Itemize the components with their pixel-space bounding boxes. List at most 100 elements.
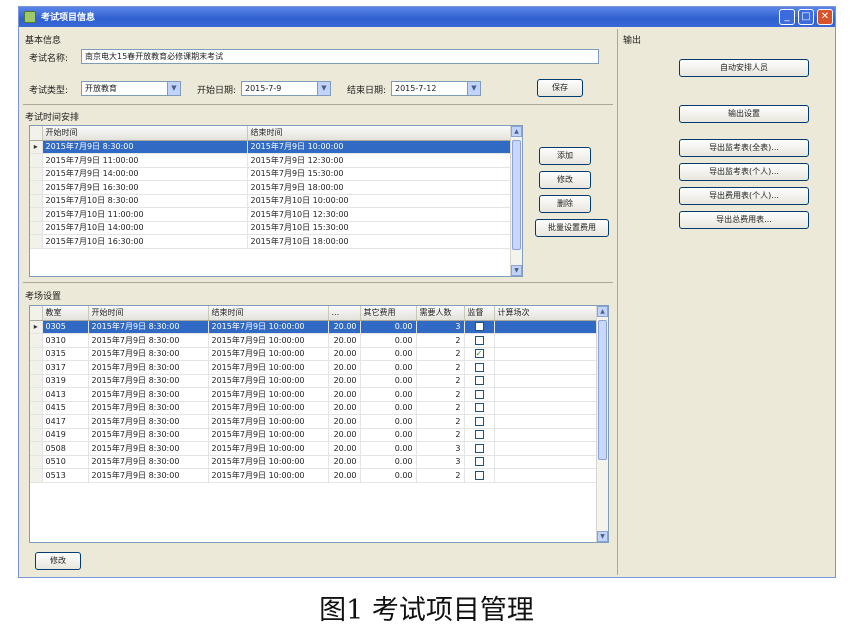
chevron-down-icon[interactable]: ▼ xyxy=(317,82,330,95)
table-row[interactable]: 2015年7月10日 14:00:00 2015年7月10日 15:30:00 xyxy=(30,221,522,235)
start-time-cell[interactable]: 2015年7月9日 8:30:00 xyxy=(88,401,209,415)
required-count-cell[interactable]: 3 xyxy=(416,455,465,469)
start-time-cell[interactable]: 2015年7月9日 8:30:00 xyxy=(88,441,209,456)
supervise-checkbox[interactable] xyxy=(474,470,484,480)
row-header[interactable] xyxy=(30,234,43,249)
column-header[interactable]: 开始时间 xyxy=(88,306,209,321)
session-count-cell[interactable]: 2 xyxy=(494,333,608,348)
room-cell[interactable]: 0419 xyxy=(42,428,89,442)
supervise-cell[interactable] xyxy=(464,401,495,415)
required-count-cell[interactable]: 2 xyxy=(416,401,465,415)
scroll-down-icon[interactable]: ▼ xyxy=(511,265,522,276)
table-row[interactable]: 0317 2015年7月9日 8:30:00 2015年7月9日 10:00:00 2… xyxy=(30,360,608,375)
room-cell[interactable]: 0310 xyxy=(42,333,89,348)
start-time-cell[interactable]: 2015年7月10日 14:00:00 xyxy=(42,221,248,235)
title-bar[interactable]: 考试项目信息 _ □ ✕ xyxy=(19,7,835,27)
supervise-cell[interactable] xyxy=(464,468,495,483)
session-count-cell[interactable]: 2 xyxy=(494,374,608,388)
column-header[interactable]: ... xyxy=(328,306,361,321)
table-row[interactable]: 2015年7月10日 8:30:00 2015年7月10日 10:00:00 xyxy=(30,194,522,208)
other-fee-cell[interactable]: 0.00 xyxy=(360,468,417,483)
table-row[interactable]: 0417 2015年7月9日 8:30:00 2015年7月9日 10:00:00 2… xyxy=(30,414,608,429)
end-date-picker[interactable]: 2015-7-12 ▼ xyxy=(391,81,481,96)
row-header[interactable] xyxy=(30,374,43,388)
export-proctor-all-button[interactable]: 导出监考表(全表)... xyxy=(679,139,809,157)
export-total-fee-button[interactable]: 导出总费用表... xyxy=(679,211,809,229)
add-time-button[interactable]: 添加 xyxy=(539,147,591,165)
scroll-down-icon[interactable]: ▼ xyxy=(597,531,608,542)
row-header[interactable]: ▸ xyxy=(30,140,43,154)
required-count-cell[interactable]: 2 xyxy=(416,468,465,483)
supervise-cell[interactable] xyxy=(464,374,495,388)
column-header[interactable]: 其它费用 xyxy=(360,306,417,321)
table-row[interactable]: 2015年7月9日 14:00:00 2015年7月9日 15:30:00 xyxy=(30,167,522,181)
edit-room-button[interactable]: 修改 xyxy=(35,552,81,570)
end-time-cell[interactable]: 2015年7月9日 18:00:00 xyxy=(247,180,522,195)
row-header[interactable] xyxy=(30,414,43,429)
batch-set-fee-button[interactable]: 批量设置费用 xyxy=(535,219,609,237)
save-button[interactable]: 保存 xyxy=(537,79,583,97)
table-row[interactable]: 0510 2015年7月9日 8:30:00 2015年7月9日 10:00:00 2… xyxy=(30,455,608,469)
other-fee-cell[interactable]: 0.00 xyxy=(360,414,417,429)
end-time-cell[interactable]: 2015年7月9日 10:00:00 xyxy=(208,347,329,361)
end-time-cell[interactable]: 2015年7月9日 10:00:00 xyxy=(208,401,329,415)
start-time-cell[interactable]: 2015年7月9日 8:30:00 xyxy=(88,428,209,442)
other-fee-cell[interactable]: 0.00 xyxy=(360,374,417,388)
delete-time-button[interactable]: 删除 xyxy=(539,195,591,213)
required-count-cell[interactable]: 2 xyxy=(416,333,465,348)
start-time-cell[interactable]: 2015年7月9日 8:30:00 xyxy=(88,468,209,483)
room-cell[interactable]: 0417 xyxy=(42,414,89,429)
edit-time-button[interactable]: 修改 xyxy=(539,171,591,189)
supervise-checkbox[interactable] xyxy=(474,335,484,345)
vertical-scrollbar[interactable]: ▲ ▼ xyxy=(596,306,608,542)
room-cell[interactable]: 0317 xyxy=(42,360,89,375)
fee-cell[interactable]: 20.00 xyxy=(328,414,361,429)
row-header[interactable] xyxy=(30,428,43,442)
table-row[interactable]: 2015年7月10日 16:30:00 2015年7月10日 18:00:00 xyxy=(30,234,522,249)
other-fee-cell[interactable]: 0.00 xyxy=(360,428,417,442)
table-row[interactable]: 0419 2015年7月9日 8:30:00 2015年7月9日 10:00:00 2… xyxy=(30,428,608,442)
other-fee-cell[interactable]: 0.00 xyxy=(360,347,417,361)
export-proctor-personal-button[interactable]: 导出监考表(个人)... xyxy=(679,163,809,181)
room-cell[interactable]: 0413 xyxy=(42,387,89,402)
start-time-cell[interactable]: 2015年7月10日 16:30:00 xyxy=(42,234,248,249)
end-time-cell[interactable]: 2015年7月9日 15:30:00 xyxy=(247,167,522,181)
supervise-cell[interactable] xyxy=(464,414,495,429)
end-time-cell[interactable]: 2015年7月9日 10:00:00 xyxy=(208,468,329,483)
end-time-cell[interactable]: 2015年7月9日 10:00:00 xyxy=(208,455,329,469)
row-header[interactable] xyxy=(30,401,43,415)
required-count-cell[interactable]: 2 xyxy=(416,374,465,388)
fee-cell[interactable]: 20.00 xyxy=(328,320,361,334)
required-count-cell[interactable]: 3 xyxy=(416,320,465,334)
row-header[interactable] xyxy=(30,207,43,222)
supervise-cell[interactable] xyxy=(464,360,495,375)
session-count-cell[interactable]: 2 xyxy=(494,468,608,483)
row-header[interactable] xyxy=(30,468,43,483)
maximize-button[interactable]: □ xyxy=(798,9,814,25)
fee-cell[interactable]: 20.00 xyxy=(328,347,361,361)
required-count-cell[interactable]: 2 xyxy=(416,347,465,361)
end-time-cell[interactable]: 2015年7月9日 10:00:00 xyxy=(208,374,329,388)
column-header[interactable]: 需要人数 xyxy=(416,306,465,321)
fee-cell[interactable]: 20.00 xyxy=(328,401,361,415)
start-time-cell[interactable]: 2015年7月9日 16:30:00 xyxy=(42,180,248,195)
other-fee-cell[interactable]: 0.00 xyxy=(360,401,417,415)
fee-cell[interactable]: 20.00 xyxy=(328,360,361,375)
scroll-thumb[interactable] xyxy=(598,320,607,460)
session-count-cell[interactable]: 2 xyxy=(494,414,608,429)
row-header[interactable]: ▸ xyxy=(30,320,43,334)
column-header[interactable]: 监督 xyxy=(464,306,495,321)
close-button[interactable]: ✕ xyxy=(817,9,833,25)
start-time-cell[interactable]: 2015年7月9日 8:30:00 xyxy=(88,333,209,348)
start-date-picker[interactable]: 2015-7-9 ▼ xyxy=(241,81,331,96)
exam-name-input[interactable]: 南京电大15春开放教育必修课期末考试 xyxy=(81,49,599,64)
supervise-checkbox[interactable] xyxy=(474,322,484,332)
supervise-checkbox[interactable] xyxy=(474,416,484,426)
fee-cell[interactable]: 20.00 xyxy=(328,455,361,469)
supervise-checkbox[interactable] xyxy=(474,376,484,386)
supervise-cell[interactable]: ✓ xyxy=(464,347,495,361)
table-row[interactable]: 0415 2015年7月9日 8:30:00 2015年7月9日 10:00:00 2… xyxy=(30,401,608,415)
table-row[interactable]: 2015年7月10日 11:00:00 2015年7月10日 12:30:00 xyxy=(30,207,522,222)
chevron-down-icon[interactable]: ▼ xyxy=(467,82,480,95)
start-time-cell[interactable]: 2015年7月9日 8:30:00 xyxy=(88,360,209,375)
